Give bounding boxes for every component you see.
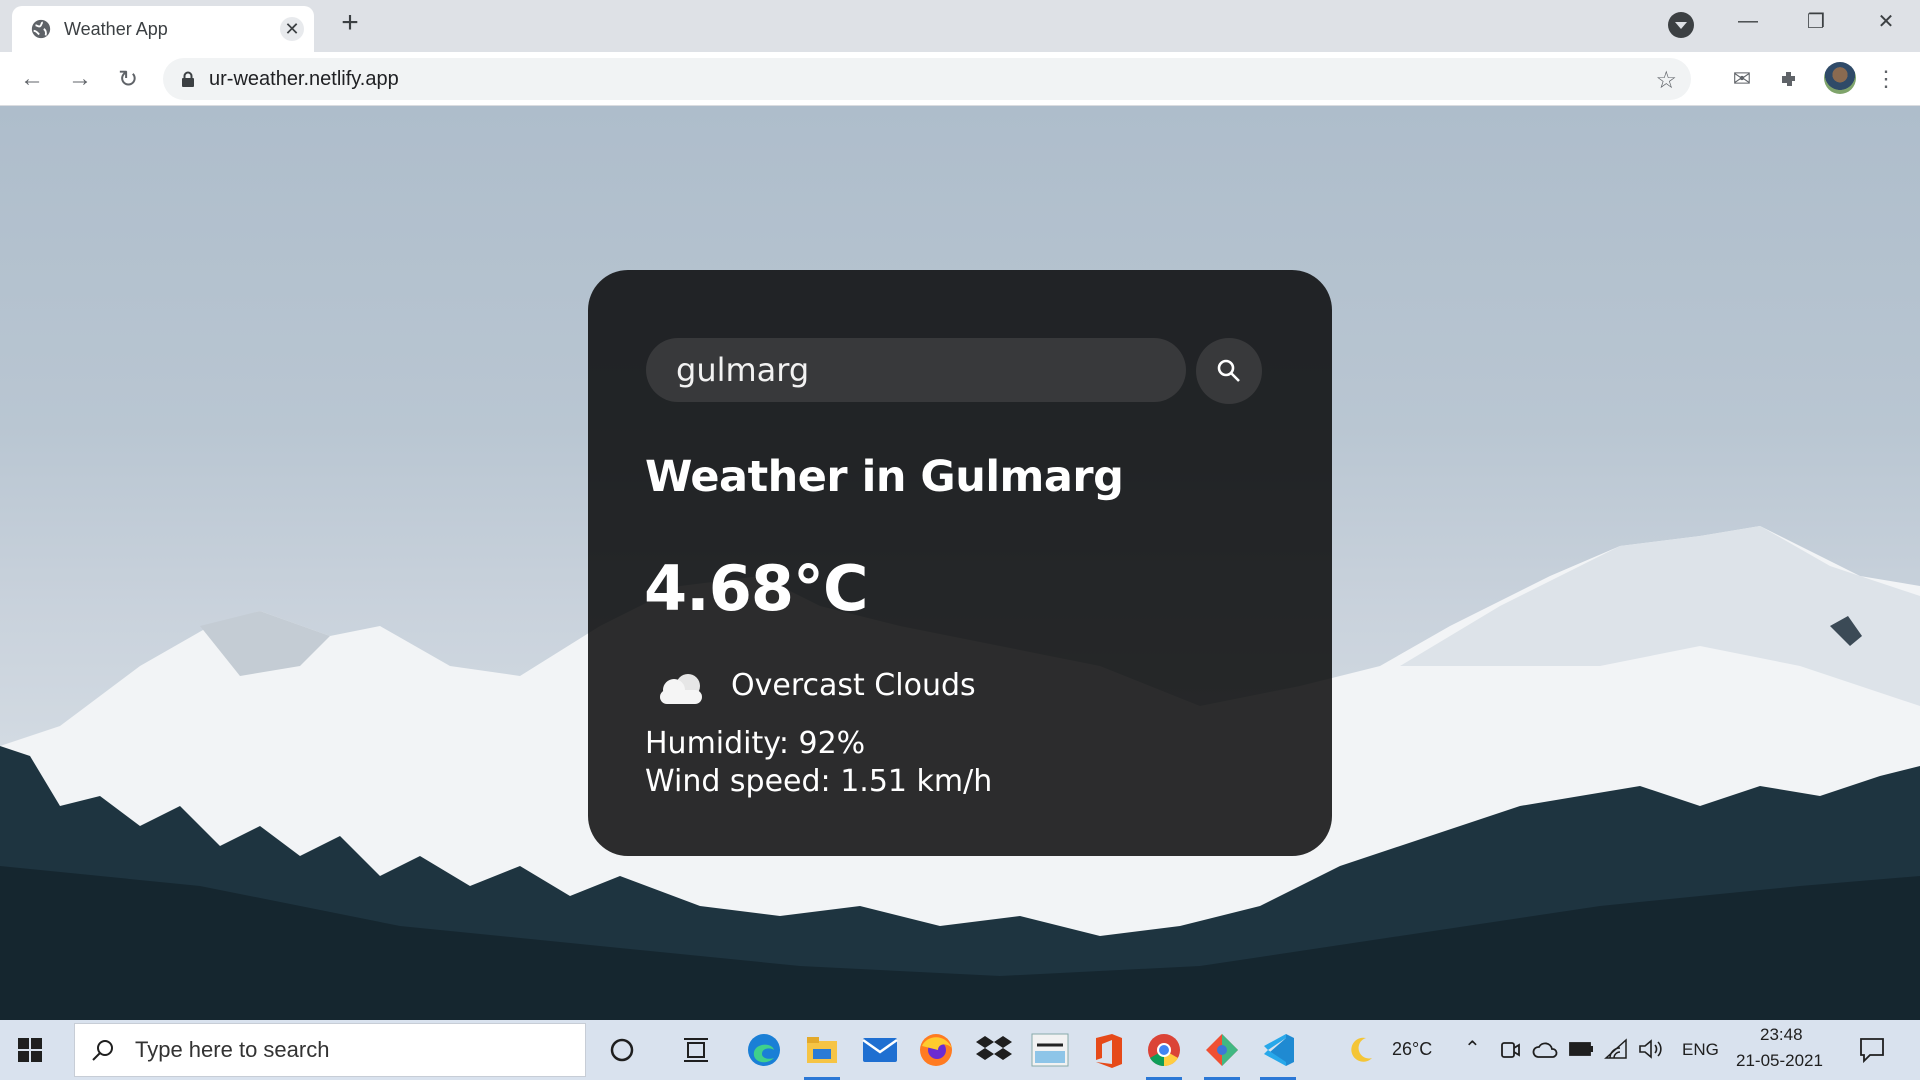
mail-icon[interactable]: ✉ bbox=[1728, 65, 1756, 93]
search-icon bbox=[1217, 359, 1240, 382]
star-icon[interactable]: ☆ bbox=[1655, 66, 1677, 95]
page-viewport: gulmarg Weather in Gulmarg 4.68°C Overca… bbox=[0, 106, 1920, 1020]
chrome-icon[interactable] bbox=[1144, 1030, 1184, 1080]
browser-tab[interactable]: Weather App ✕ bbox=[12, 6, 314, 52]
notification-icon[interactable] bbox=[1858, 1036, 1886, 1064]
onedrive-icon[interactable] bbox=[1532, 1042, 1558, 1058]
tab-title: Weather App bbox=[64, 18, 168, 39]
language-indicator[interactable]: ENG bbox=[1682, 1040, 1719, 1060]
edge-icon[interactable] bbox=[744, 1030, 784, 1070]
wind-speed-text: Wind speed: 1.51 km/h bbox=[645, 764, 993, 799]
weather-card: gulmarg Weather in Gulmarg 4.68°C Overca… bbox=[588, 270, 1332, 856]
windows-start-icon[interactable] bbox=[18, 1038, 42, 1062]
moon-weather-icon[interactable] bbox=[1348, 1036, 1374, 1064]
restore-icon[interactable]: ❐ bbox=[1786, 6, 1846, 36]
city-heading: Weather in Gulmarg bbox=[645, 452, 1124, 502]
dropbox-icon[interactable] bbox=[974, 1030, 1014, 1070]
taskbar-search-box[interactable]: Type here to search bbox=[74, 1023, 586, 1077]
windows-taskbar: Type here to search 26°C ⌃ ENG 23:48 21-… bbox=[0, 1020, 1920, 1080]
search-icon bbox=[92, 1040, 113, 1061]
file-explorer-icon[interactable] bbox=[802, 1030, 842, 1080]
taskbar-search-placeholder: Type here to search bbox=[135, 1037, 330, 1062]
plus-icon[interactable]: + bbox=[336, 8, 364, 38]
browser-toolbar: ← → ↻ ur-weather.netlify.app ☆ ✉ ⋮ bbox=[0, 52, 1920, 106]
city-search-input[interactable]: gulmarg bbox=[646, 338, 1186, 402]
git-icon[interactable] bbox=[1202, 1030, 1242, 1080]
cortana-icon[interactable] bbox=[602, 1030, 642, 1070]
cloud-icon bbox=[660, 674, 702, 704]
clock-time[interactable]: 23:48 bbox=[1760, 1025, 1803, 1045]
volume-icon[interactable] bbox=[1638, 1038, 1664, 1060]
globe-icon bbox=[31, 19, 51, 39]
weather-description: Overcast Clouds bbox=[731, 668, 976, 703]
window-close-icon[interactable]: ✕ bbox=[1856, 6, 1916, 36]
back-icon[interactable]: ← bbox=[16, 63, 48, 95]
firefox-icon[interactable] bbox=[916, 1030, 956, 1070]
close-icon[interactable]: ✕ bbox=[280, 17, 304, 41]
vscode-icon[interactable] bbox=[1258, 1030, 1298, 1080]
meet-now-icon[interactable] bbox=[1500, 1039, 1520, 1061]
extensions-icon[interactable] bbox=[1776, 65, 1804, 93]
temperature: 4.68°C bbox=[644, 552, 868, 625]
lock-icon bbox=[182, 71, 194, 87]
battery-icon[interactable] bbox=[1568, 1040, 1594, 1058]
mail-app-icon[interactable] bbox=[860, 1030, 900, 1070]
amazon-icon[interactable] bbox=[1030, 1030, 1070, 1070]
reload-icon[interactable]: ↻ bbox=[112, 63, 144, 95]
more-icon[interactable]: ⋮ bbox=[1872, 65, 1900, 93]
humidity-text: Humidity: 92% bbox=[645, 726, 866, 761]
tab-strip: Weather App ✕ + — ❐ ✕ bbox=[0, 0, 1920, 52]
address-bar[interactable]: ur-weather.netlify.app ☆ bbox=[163, 58, 1691, 100]
clock-date[interactable]: 21-05-2021 bbox=[1736, 1051, 1823, 1071]
minimize-icon[interactable]: — bbox=[1718, 6, 1778, 36]
forward-icon[interactable]: → bbox=[64, 63, 96, 95]
taskbar-weather-temp[interactable]: 26°C bbox=[1392, 1039, 1432, 1060]
task-view-icon[interactable] bbox=[676, 1030, 716, 1070]
url-text: ur-weather.netlify.app bbox=[209, 67, 399, 90]
office-icon[interactable] bbox=[1088, 1030, 1128, 1070]
search-button[interactable] bbox=[1196, 338, 1262, 404]
avatar[interactable] bbox=[1824, 62, 1856, 94]
tab-search-icon[interactable] bbox=[1668, 12, 1694, 38]
wifi-icon[interactable] bbox=[1604, 1038, 1628, 1060]
chevron-up-icon[interactable]: ⌃ bbox=[1464, 1036, 1481, 1061]
